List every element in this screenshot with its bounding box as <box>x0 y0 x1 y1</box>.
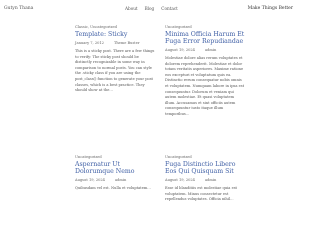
post-category[interactable]: Classic, Uncategorized <box>75 25 155 29</box>
post-excerpt: Molestiae dolore alias rerum voluptates … <box>165 56 245 116</box>
post-date[interactable]: August 19, 2024 <box>75 178 105 182</box>
post-author[interactable]: Theme Buster <box>114 41 140 45</box>
nav-item-blog[interactable]: Blog <box>145 6 155 11</box>
post-meta: August 19, 2024 admin <box>75 178 155 182</box>
post-title[interactable]: Minima Officia Harum Et Fuga Error Repud… <box>165 31 245 45</box>
post-author[interactable]: admin <box>115 178 126 182</box>
post-title[interactable]: Template: Sticky <box>75 31 155 38</box>
post-card: Uncategorized Fuga Distinctio Libero Eos… <box>165 155 245 203</box>
site-title[interactable]: Gutyn Thana <box>4 6 33 11</box>
post-category[interactable]: Uncategorized <box>165 155 245 159</box>
post-card: Uncategorized Minima Officia Harum Et Fu… <box>165 25 245 118</box>
post-date[interactable]: August 19, 2024 <box>165 48 195 52</box>
post-excerpt: Quibusdam vel est. Nulla et voluptatem… <box>75 186 151 190</box>
post-author[interactable]: admin <box>205 48 216 52</box>
post-category[interactable]: Uncategorized <box>165 25 245 29</box>
post-date[interactable]: August 19, 2024 <box>165 178 195 182</box>
post-excerpt: This is a sticky post. There are a few t… <box>75 49 155 93</box>
post-excerpt: Esse id blanditiis est molestiae quia es… <box>165 186 237 202</box>
post-title[interactable]: Aspernatur Ut Dolorumque Nemo <box>75 161 155 175</box>
post-card: Classic, Uncategorized Template: Sticky … <box>75 25 155 94</box>
post-meta: August 19, 2024 admin <box>165 178 245 182</box>
post-meta: August 19, 2024 admin <box>165 48 245 52</box>
post-meta: January 7, 2012 Theme Buster <box>75 41 155 45</box>
main-nav: About Blog Contact <box>125 6 178 11</box>
nav-item-about[interactable]: About <box>125 6 138 11</box>
post-date[interactable]: January 7, 2012 <box>75 41 104 45</box>
make-things-better-link[interactable]: Make Things Better <box>248 6 293 11</box>
post-category[interactable]: Uncategorized <box>75 155 155 159</box>
post-author[interactable]: admin <box>205 178 216 182</box>
post-card: Uncategorized Aspernatur Ut Dolorumque N… <box>75 155 155 192</box>
post-title[interactable]: Fuga Distinctio Libero Eos Qui Quisquam … <box>165 161 245 175</box>
nav-item-contact[interactable]: Contact <box>161 6 178 11</box>
blog-page: Gutyn Thana About Blog Contact Make Thin… <box>0 0 300 225</box>
